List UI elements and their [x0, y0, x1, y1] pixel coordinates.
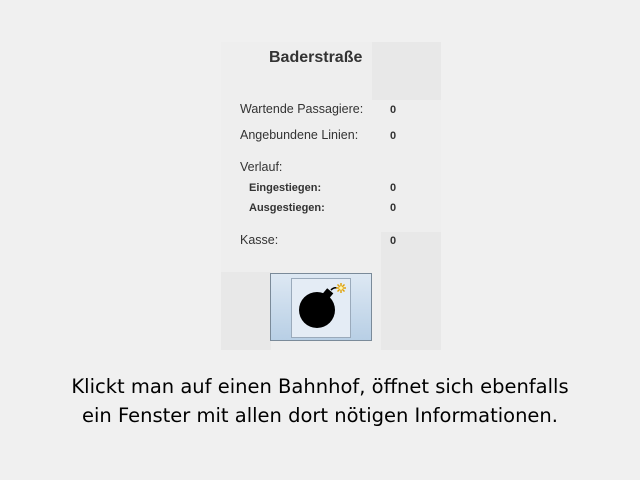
- boarded-label: Eingestiegen:: [249, 182, 322, 194]
- connected-lines-value: 0: [390, 130, 397, 142]
- alighted-label: Ausgestiegen:: [249, 202, 325, 214]
- cash-value: 0: [390, 235, 397, 247]
- connected-lines-label: Angebundene Linien:: [240, 128, 359, 142]
- bomb-button[interactable]: [270, 273, 372, 341]
- history-label: Verlauf:: [240, 160, 283, 174]
- boarded-value: 0: [390, 182, 397, 194]
- station-name: Baderstraße: [269, 49, 363, 66]
- caption: Klickt man auf einen Bahnhof, öffnet sic…: [0, 372, 640, 430]
- bomb-icon: [299, 283, 346, 328]
- caption-line-1: Klickt man auf einen Bahnhof, öffnet sic…: [71, 375, 569, 398]
- alighted-value: 0: [390, 202, 397, 214]
- page: Baderstraße Wartende Passagiere: 0 Angeb…: [0, 0, 640, 480]
- cash-label: Kasse:: [240, 233, 279, 247]
- waiting-passengers-label: Wartende Passagiere:: [240, 102, 364, 116]
- waiting-passengers-value: 0: [390, 104, 397, 116]
- bomb-button-frame: [291, 278, 351, 338]
- caption-line-2: ein Fenster mit allen dort nötigen Infor…: [82, 404, 558, 427]
